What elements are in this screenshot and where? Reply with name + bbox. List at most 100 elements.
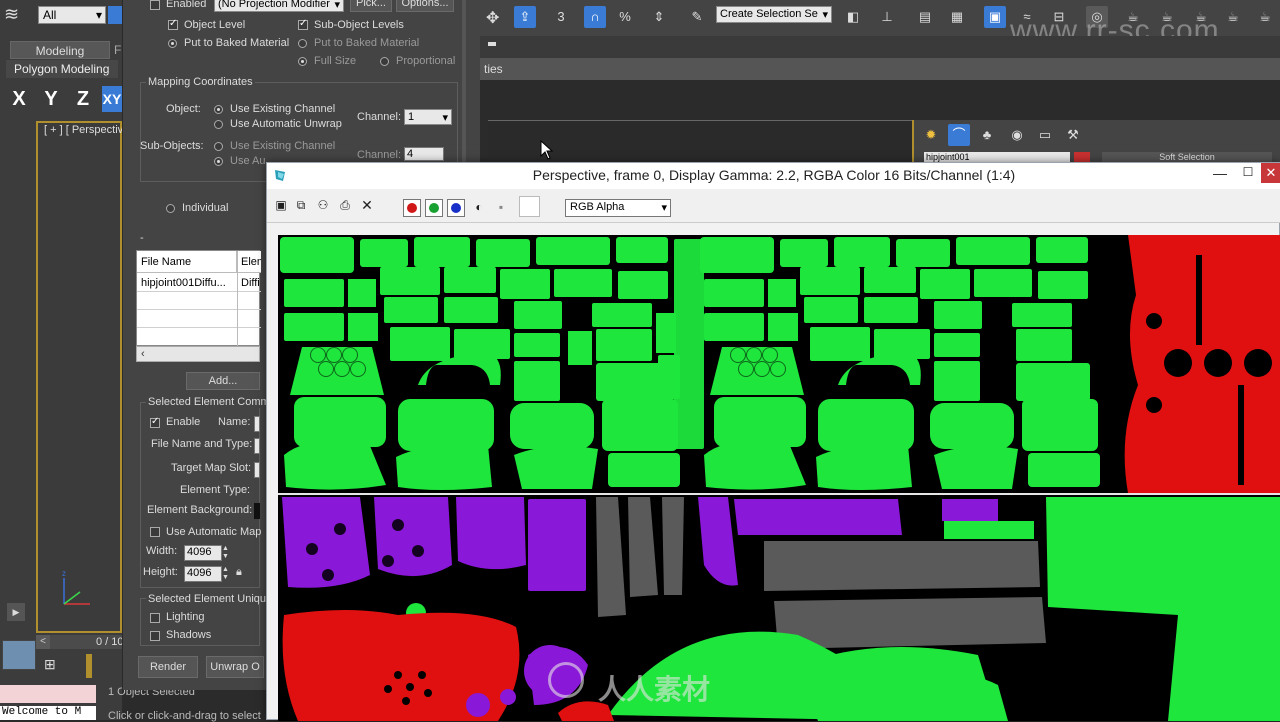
scene-explorer-icon[interactable]: ▣ [984, 6, 1006, 28]
enabled-checkbox[interactable] [150, 0, 160, 10]
name-field[interactable] [254, 416, 260, 432]
render-button[interactable]: Render [138, 656, 198, 678]
layer-explorer-icon[interactable]: ▤ [914, 6, 936, 28]
selection-filter-icon[interactable]: ≋ [4, 4, 32, 30]
snaps-toggle-icon[interactable]: 3 [550, 6, 572, 28]
maximize-button[interactable]: ☐ [1239, 165, 1257, 185]
column-file-name[interactable]: File Name [137, 251, 237, 273]
save-image-icon[interactable]: ▣ [273, 197, 289, 213]
green-channel-toggle[interactable] [425, 199, 443, 217]
tab-modeling[interactable]: Modeling [10, 41, 110, 59]
copy-image-icon[interactable]: ⧉ [293, 197, 309, 213]
pick-button[interactable]: Pick... [350, 0, 392, 12]
sub-use-existing-radio[interactable] [214, 142, 223, 151]
perspective-viewport[interactable] [36, 121, 122, 633]
display-panel-icon[interactable]: ▭ [1034, 124, 1056, 146]
selection-filter-dropdown[interactable]: All [38, 6, 106, 24]
sub-object-levels-checkbox[interactable] [298, 18, 308, 30]
width-spinner-arrows[interactable]: ▲ ▼ [222, 545, 232, 561]
full-size-radio[interactable] [298, 57, 307, 66]
red-channel-toggle[interactable] [403, 199, 421, 217]
mirror-icon[interactable]: ◧ [842, 6, 864, 28]
display-channel-dropdown[interactable]: RGB Alpha [565, 199, 671, 217]
unwrap-only-button[interactable]: Unwrap O [206, 656, 264, 678]
frame-window-titlebar[interactable]: Perspective, frame 0, Display Gamma: 2.2… [267, 163, 1280, 189]
clear-image-icon[interactable]: ✕ [359, 197, 375, 213]
minimize-button[interactable]: — [1211, 165, 1229, 185]
collapse-output-rollout[interactable]: - [140, 232, 144, 244]
tab-next[interactable]: F [114, 43, 121, 57]
edit-named-selection-icon[interactable]: ✎ [686, 6, 708, 28]
track-bar-icon[interactable]: ⊞ [44, 656, 70, 676]
close-button[interactable]: ✕ [1261, 163, 1280, 183]
channel-dropdown[interactable]: 1 [404, 109, 452, 125]
select-object-icon[interactable] [108, 6, 122, 24]
maxscript-listener-input[interactable] [0, 685, 96, 703]
time-prev-icon[interactable]: < [36, 635, 50, 649]
sub-channel-spinner[interactable]: 4 [404, 147, 444, 161]
hierarchy-panel-icon[interactable]: ♣︎ [976, 124, 998, 146]
monochrome-icon[interactable]: ▪ [493, 199, 509, 215]
print-image-icon[interactable]: ⎙ [337, 197, 353, 213]
shadows-checkbox[interactable] [150, 631, 160, 641]
clone-window-icon[interactable]: ⚇ [315, 197, 331, 213]
spinner-snap-icon[interactable]: ⇕ [648, 6, 670, 28]
color-swatch[interactable] [519, 196, 540, 217]
target-map-slot-dropdown[interactable] [254, 462, 260, 478]
object-name-field[interactable]: hipjoint001 [924, 152, 1070, 162]
use-auto-map-checkbox[interactable] [150, 527, 160, 537]
rendered-uv-texture-image[interactable] [278, 235, 1280, 721]
height-spinner-arrows[interactable]: ▲ ▼ [222, 566, 232, 582]
individual-radio[interactable] [166, 204, 175, 213]
render-activeshade-icon[interactable]: ☕︎ [1254, 6, 1276, 28]
render-iterative-icon[interactable]: ☕︎ [1222, 6, 1244, 28]
lighting-checkbox[interactable] [150, 613, 160, 623]
table-cell-file[interactable]: hipjoint001Diffu... [137, 274, 237, 292]
table-cell-element[interactable]: Diffi [237, 274, 261, 292]
select-and-place-icon[interactable]: ⇪ [514, 6, 536, 28]
object-color-swatch[interactable] [1074, 152, 1090, 162]
use-existing-channel-radio[interactable] [214, 105, 223, 114]
toolbar-dropdown-marker[interactable] [488, 42, 496, 46]
column-element[interactable]: Elem [237, 251, 261, 273]
proportional-radio[interactable] [380, 57, 389, 66]
create-panel-icon[interactable]: ✹ [920, 124, 942, 146]
properties-tab[interactable]: ties [484, 62, 503, 76]
output-elements-table[interactable]: File Name Elem hipjoint001Diffu... Diffi [136, 250, 261, 347]
axis-xy-button[interactable]: XY [102, 86, 122, 112]
utilities-panel-icon[interactable]: ⚒︎ [1062, 124, 1084, 146]
named-selection-sets-dropdown[interactable]: Create Selection Se [716, 6, 832, 23]
projection-modifier-dropdown[interactable]: (No Projection Modifier [214, 0, 344, 12]
enable-checkbox[interactable] [150, 416, 160, 428]
object-level-checkbox[interactable] [168, 18, 178, 30]
axis-y-button[interactable]: Y [38, 86, 64, 112]
axis-z-button[interactable]: Z [70, 86, 96, 112]
angle-snap-icon[interactable]: ∩ [584, 6, 606, 28]
soft-selection-rollout[interactable]: Soft Selection [1102, 152, 1272, 162]
element-background-swatch[interactable] [254, 503, 260, 519]
use-auto-unwrap-radio[interactable] [214, 120, 223, 129]
play-icon[interactable]: ▶ [7, 603, 25, 621]
axis-x-button[interactable]: X [6, 86, 32, 112]
viewport-label[interactable]: [ + ] [ Perspective [44, 124, 129, 136]
alpha-channel-icon[interactable]: ◐ [471, 199, 487, 215]
file-name-field[interactable] [254, 438, 260, 454]
table-horizontal-scrollbar[interactable]: ‹ [136, 346, 260, 362]
lock-icon[interactable]: 🔒︎ [236, 566, 250, 582]
blue-channel-toggle[interactable] [447, 199, 465, 217]
ribbon-panel-polygon-modeling[interactable]: Polygon Modeling [6, 60, 118, 78]
align-icon[interactable]: ⊥ [876, 6, 898, 28]
select-and-move-icon[interactable]: ✥ [486, 8, 499, 28]
toggle-ribbon-icon[interactable]: ▦ [946, 6, 968, 28]
height-spinner[interactable]: 4096 [184, 566, 222, 582]
modify-panel-icon[interactable]: ⌒ [948, 124, 970, 146]
mini-viewport-thumbnail[interactable] [2, 640, 36, 670]
sub-use-auto-radio[interactable] [214, 157, 223, 166]
width-spinner[interactable]: 4096 [184, 545, 222, 561]
motion-panel-icon[interactable]: ◉ [1006, 124, 1028, 146]
put-to-baked-radio-2[interactable] [298, 39, 307, 48]
percent-snap-icon[interactable]: % [614, 6, 636, 28]
put-to-baked-radio-1[interactable] [168, 39, 177, 48]
add-element-button[interactable]: Add... [186, 372, 260, 390]
options-button[interactable]: Options... [396, 0, 454, 12]
